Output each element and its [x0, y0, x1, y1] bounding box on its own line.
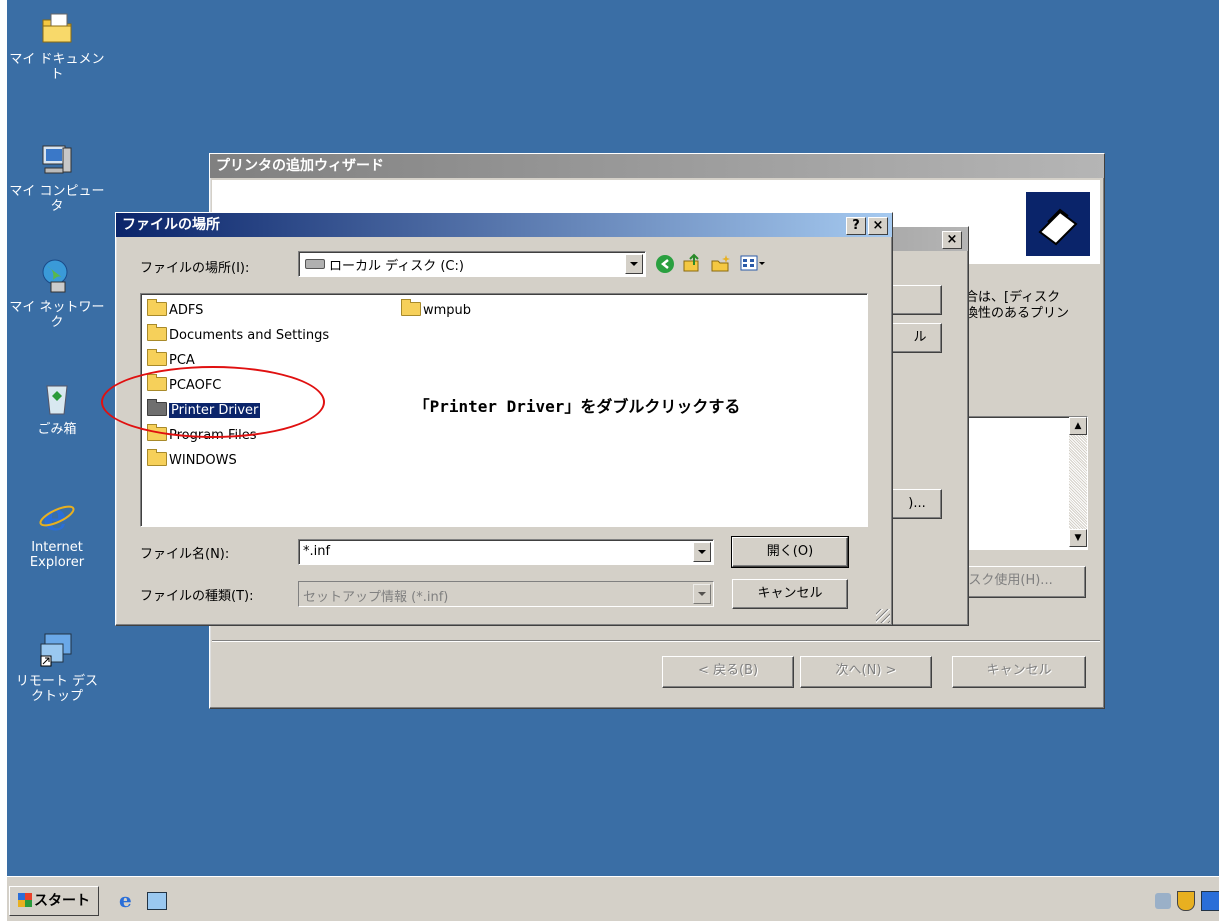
start-label: スタート	[34, 893, 90, 909]
my-computer-icon	[37, 140, 77, 180]
wizard-title: プリンタの追加ウィザード	[216, 158, 384, 174]
next-label: 次へ(N) >	[835, 663, 897, 678]
windows-logo-icon	[18, 893, 32, 907]
desktop-icon-label: マイ ドキュメント	[9, 52, 105, 82]
file-cancel-label: キャンセル	[757, 586, 823, 601]
filetype-combobox[interactable]: セットアップ情報 (*.inf)	[298, 581, 714, 607]
back-label: < 戻る(B)	[697, 663, 759, 678]
printer-icon	[1026, 192, 1090, 256]
location-label: ファイルの場所(I):	[140, 261, 250, 276]
desktop-icon-my-network[interactable]: マイ ネットワーク	[7, 256, 107, 330]
desktop-icon-recycle-bin[interactable]: ごみ箱	[7, 378, 107, 437]
folder-icon	[147, 349, 167, 366]
folder-icon	[147, 449, 167, 466]
filetype-dropdown-arrow[interactable]	[693, 584, 711, 604]
file-cancel-button[interactable]: キャンセル	[732, 579, 848, 609]
filetype-value: セットアップ情報 (*.inf)	[303, 590, 449, 605]
wizard-desc: 合は、[ディスク 換性のあるプリン	[965, 290, 1069, 322]
next-button[interactable]: 次へ(N) >	[800, 656, 932, 688]
tray-network-icon[interactable]	[1155, 893, 1171, 909]
middle-cancel-label: ル	[913, 330, 927, 345]
desktop-icon-label: Internet Explorer	[29, 540, 85, 570]
annotation-ellipse	[101, 366, 325, 438]
recycle-bin-icon	[37, 378, 77, 418]
folder-item-windows[interactable]: WINDOWS	[147, 449, 237, 469]
folder-name: Documents and Settings	[169, 328, 330, 343]
location-dropdown-arrow[interactable]	[625, 254, 643, 274]
filename-dropdown-arrow[interactable]	[693, 542, 711, 562]
filename-value: *.inf	[303, 544, 331, 559]
local-disk-icon	[305, 259, 325, 269]
desktop-icon-my-computer[interactable]: マイ コンピュータ	[7, 140, 107, 214]
folder-icon	[401, 299, 421, 316]
start-button[interactable]: スタート	[9, 886, 99, 916]
scroll-up-button[interactable]: ▲	[1069, 417, 1087, 435]
wizard-cancel-button[interactable]: キャンセル	[952, 656, 1086, 688]
folder-item-wmpub[interactable]: wmpub	[401, 299, 472, 319]
location-combobox[interactable]: ローカル ディスク (C:)	[298, 251, 646, 277]
desktop-icon-label: マイ ネットワーク	[9, 300, 105, 330]
view-menu-icon[interactable]	[740, 255, 766, 273]
filetype-label: ファイルの種類(T):	[140, 589, 254, 604]
folder-item-documents-and-settings[interactable]: Documents and Settings	[147, 324, 330, 344]
my-network-icon	[37, 256, 77, 296]
printer-list[interactable]: ▲ ▼	[950, 416, 1088, 550]
resize-grip[interactable]	[876, 609, 890, 623]
tray-security-shield-icon[interactable]	[1177, 891, 1195, 911]
wizard-desc-line: 合は、[ディスク	[965, 290, 1061, 305]
tray-ime-icon[interactable]	[1201, 891, 1219, 911]
folder-item-adfs[interactable]: ADFS	[147, 299, 204, 319]
annotation-callout: 「Printer Driver」をダブルクリックする	[327, 383, 827, 431]
desktop-icon-label: リモート デスクトップ	[15, 674, 99, 704]
taskbar: スタート e	[7, 876, 1219, 921]
help-icon[interactable]: ?	[846, 217, 866, 235]
wizard-desc-line: 換性のあるプリン	[965, 306, 1070, 321]
new-folder-icon[interactable]	[710, 253, 732, 273]
file-dialog-title: ファイルの場所	[122, 217, 220, 233]
back-button[interactable]: < 戻る(B)	[662, 656, 794, 688]
file-dialog-titlebar: ファイルの場所 ? ×	[116, 213, 892, 237]
desktop-icon-remote-desktop[interactable]: リモート デスクトップ	[7, 630, 107, 704]
filename-label: ファイル名(N):	[140, 547, 230, 562]
back-icon[interactable]	[656, 255, 674, 273]
remote-desktop-icon	[37, 630, 77, 670]
close-icon[interactable]: ×	[942, 231, 962, 249]
folder-icon	[147, 324, 167, 341]
open-label: 開く(O)	[766, 544, 814, 559]
my-documents-icon	[37, 8, 77, 48]
up-folder-icon[interactable]	[682, 253, 702, 273]
desktop-icon-my-documents[interactable]: マイ ドキュメント	[7, 8, 107, 82]
middle-browse-label: )...	[908, 496, 926, 511]
close-icon[interactable]: ×	[868, 217, 888, 235]
location-value: ローカル ディスク (C:)	[329, 259, 464, 274]
folder-name: WINDOWS	[169, 453, 237, 468]
quicklaunch-desktop-icon[interactable]	[147, 892, 167, 910]
desktop-icon-label: ごみ箱	[37, 422, 77, 437]
wizard-titlebar: プリンタの追加ウィザード	[210, 154, 1104, 178]
wizard-divider	[212, 640, 1100, 642]
desktop-icon-internet-explorer[interactable]: e Internet Explorer	[7, 494, 107, 570]
folder-icon	[147, 299, 167, 316]
quicklaunch-ie-icon[interactable]: e	[119, 890, 139, 911]
desktop-icon-label: マイ コンピュータ	[9, 184, 105, 214]
internet-explorer-icon: e	[37, 494, 77, 539]
wizard-cancel-label: キャンセル	[986, 663, 1052, 678]
open-button[interactable]: 開く(O)	[731, 536, 849, 568]
desktop: マイ ドキュメント マイ コンピュータ マイ ネットワーク ごみ箱 e Inte…	[7, 0, 1219, 921]
scroll-down-button[interactable]: ▼	[1069, 529, 1087, 547]
folder-name: wmpub	[423, 303, 472, 318]
scrollbar[interactable]: ▲ ▼	[1069, 417, 1087, 547]
filename-input[interactable]: *.inf	[298, 539, 714, 565]
folder-name: ADFS	[169, 303, 204, 318]
